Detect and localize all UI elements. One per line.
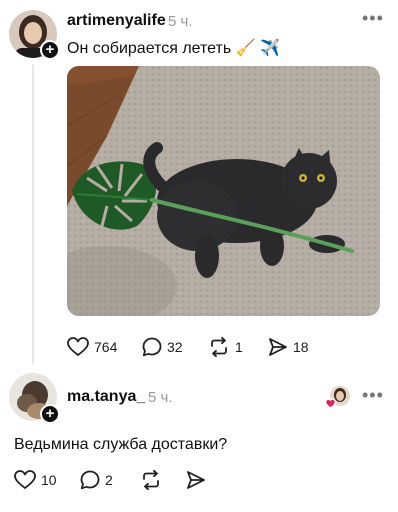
liked-heart-icon [325, 398, 336, 409]
reply-more-icon[interactable]: ••• [362, 385, 384, 406]
follow-plus-icon[interactable]: + [40, 404, 60, 424]
reply-like-count: 10 [41, 472, 57, 488]
reply-comment-count: 2 [105, 472, 113, 488]
heart-icon [67, 337, 89, 356]
share-icon [269, 338, 287, 356]
post-time: 5 ч. [168, 13, 193, 30]
reply-comment-button[interactable]: 2 [80, 470, 113, 490]
follow-plus-icon[interactable]: + [40, 40, 60, 60]
reply-repost-button[interactable] [140, 470, 162, 490]
like-count: 764 [94, 339, 118, 355]
comment-icon [142, 337, 162, 357]
reply-like-button[interactable]: 10 [14, 470, 57, 490]
reply-username[interactable]: ma.tanya_ [67, 388, 145, 406]
share-count: 18 [293, 339, 309, 355]
reply-time: 5 ч. [148, 389, 173, 406]
thread-post: + artimenyalife 5 ч. ••• Он собирается л… [0, 0, 398, 512]
reply-text: Ведьмина служба доставки? [14, 436, 228, 453]
thread-line [32, 64, 34, 364]
reply-share-button[interactable] [186, 470, 206, 490]
share-icon [187, 471, 205, 489]
post-caption: Он собирается лететь 🧹 ✈️ [67, 40, 280, 57]
repost-icon [211, 337, 227, 357]
repost-count: 1 [235, 339, 243, 355]
like-button[interactable]: 764 [67, 337, 117, 357]
repost-button[interactable]: 1 [208, 337, 243, 357]
comment-icon [80, 470, 100, 490]
comment-count: 32 [167, 339, 183, 355]
post-username[interactable]: artimenyalife [67, 12, 166, 30]
repost-icon [143, 470, 159, 490]
heart-icon [14, 470, 36, 489]
comment-button[interactable]: 32 [142, 337, 183, 357]
more-icon[interactable]: ••• [362, 8, 384, 29]
post-photo[interactable] [67, 66, 380, 316]
share-button[interactable]: 18 [268, 337, 309, 357]
